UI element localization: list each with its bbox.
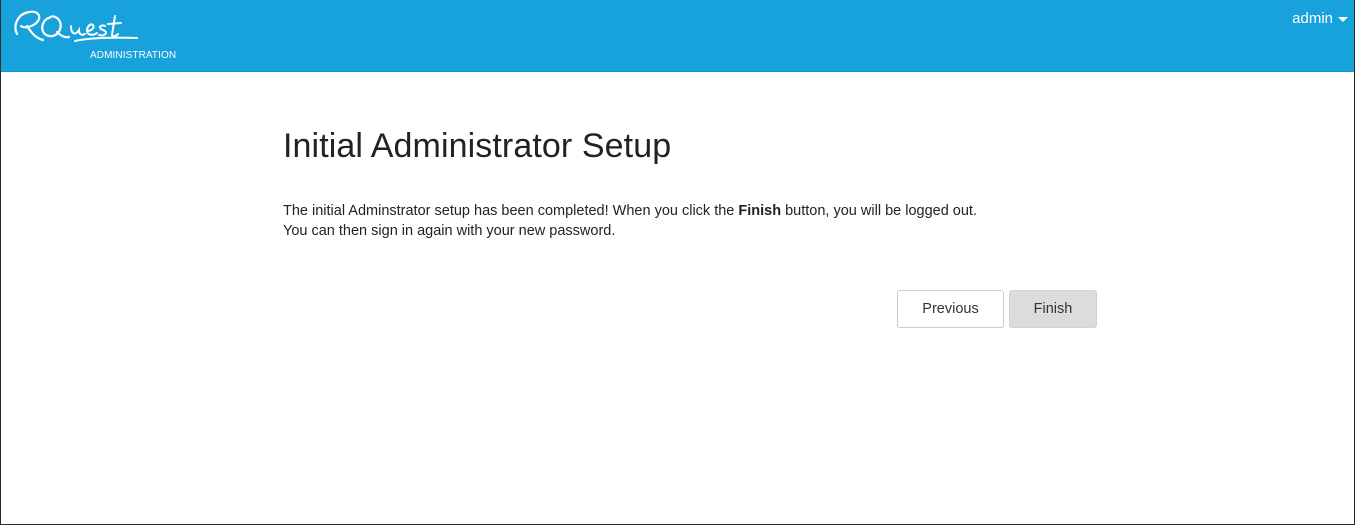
message-text-part2: button, you will be logged out.	[781, 203, 977, 219]
message-text-bold: Finish	[738, 203, 782, 219]
wizard-actions: Previous Finish	[897, 290, 1097, 328]
message-line-2: You can then sign in again with your new…	[283, 223, 616, 239]
completion-message: The initial Adminstrator setup has been …	[283, 201, 1097, 241]
finish-button[interactable]: Finish	[1009, 290, 1097, 328]
brand-logo[interactable]: ADMINISTRATION	[9, 4, 199, 64]
user-menu-dropdown[interactable]: admin	[1292, 10, 1348, 27]
message-line-1: The initial Adminstrator setup has been …	[283, 201, 1097, 221]
user-menu-label: admin	[1292, 10, 1333, 27]
app-window: ADMINISTRATION admin Initial Administrat…	[0, 0, 1355, 525]
setup-panel: Initial Administrator Setup The initial …	[283, 120, 1097, 328]
caret-down-icon	[1338, 17, 1348, 22]
rquest-logo-icon	[14, 10, 138, 42]
top-navbar: ADMINISTRATION admin	[1, 0, 1354, 72]
previous-button[interactable]: Previous	[897, 290, 1004, 328]
logo-subtitle: ADMINISTRATION	[90, 50, 177, 61]
page-title: Initial Administrator Setup	[283, 127, 672, 165]
message-text-part1: The initial Adminstrator setup has been …	[283, 203, 739, 219]
